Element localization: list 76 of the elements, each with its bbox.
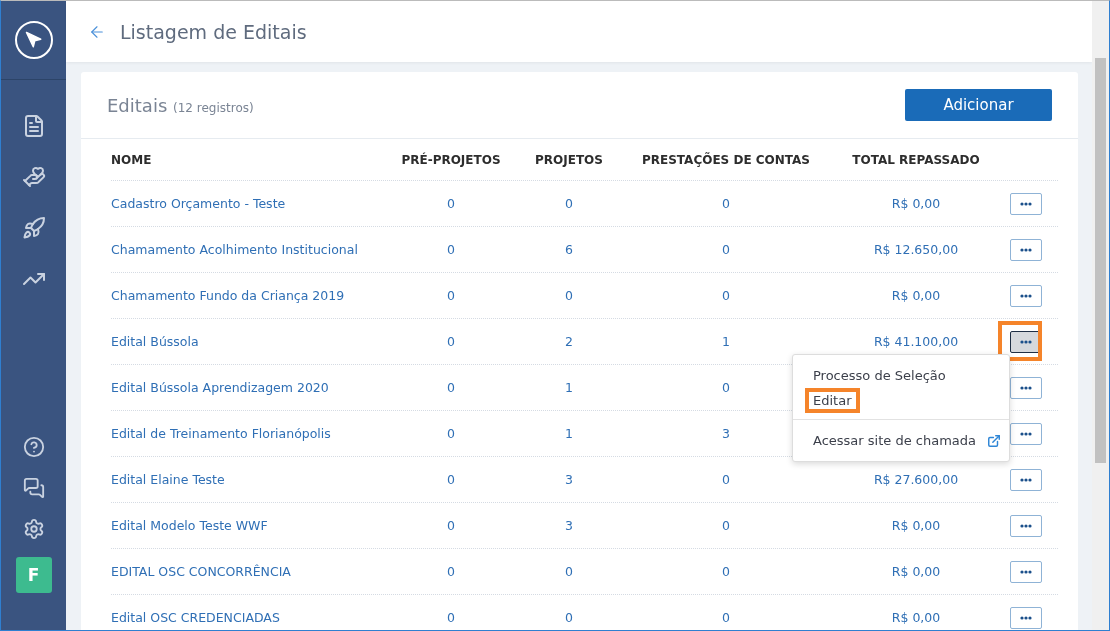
external-link-icon	[987, 433, 1001, 448]
table-cell-text: R$ 27.600,00	[872, 472, 960, 487]
table-cell-text: 2	[564, 334, 574, 349]
table-cell-text: 0	[446, 380, 456, 395]
column-header: PRESTAÇÕES DE CONTAS	[641, 152, 811, 167]
more-icon	[1020, 477, 1032, 482]
table-cell-text: 0	[721, 242, 731, 257]
column-header: NOME	[111, 152, 153, 167]
menu-item[interactable]: Acessar site de chamada	[805, 428, 984, 453]
table-cell-text: 0	[564, 610, 574, 625]
edital-link[interactable]: Edital de Treinamento Florianópolis	[111, 426, 390, 441]
table-cell-text: 0	[721, 564, 731, 579]
table-cell-text: R$ 0,00	[890, 610, 942, 625]
more-icon	[1020, 523, 1032, 528]
help-icon[interactable]	[22, 435, 45, 458]
edital-link[interactable]: Chamamento Fundo da Criança 2019	[111, 288, 390, 303]
add-button[interactable]: Adicionar	[905, 89, 1052, 121]
chat-icon[interactable]	[22, 476, 45, 499]
table-cell-text: 0	[721, 518, 731, 533]
edital-link[interactable]: Edital Modelo Teste WWF	[111, 518, 390, 533]
table-cell-text: 0	[446, 564, 456, 579]
table-cell-text: 0	[721, 288, 731, 303]
table-cell-text: 0	[564, 288, 574, 303]
table-cell-text: 0	[446, 242, 456, 257]
more-icon	[1020, 431, 1032, 436]
settings-icon[interactable]	[22, 517, 45, 540]
table-cell-text: 0	[721, 380, 731, 395]
more-icon	[1020, 569, 1032, 574]
table-cell-text: 0	[721, 196, 731, 211]
table-cell-text: 1	[564, 380, 574, 395]
table-cell-text: 0	[446, 610, 456, 625]
table-cell-text: 3	[564, 518, 574, 533]
table-cell-text: 0	[721, 472, 731, 487]
menu-item[interactable]: Processo de Seleção	[805, 363, 954, 388]
table-cell-text: R$ 12.650,00	[872, 242, 960, 257]
column-header: PRÉ-PROJETOS	[400, 152, 502, 167]
table-cell-text: 0	[446, 288, 456, 303]
table-cell-text: 1	[564, 426, 574, 441]
table-cell-text: 0	[446, 472, 456, 487]
more-icon	[1020, 385, 1032, 390]
scrollbar-thumb[interactable]	[1095, 58, 1106, 463]
more-icon	[1020, 339, 1032, 344]
edital-link[interactable]: Edital Elaine Teste	[111, 472, 390, 487]
table-cell-text: R$ 0,00	[890, 196, 942, 211]
page-title: Listagem de Editais	[120, 20, 307, 43]
logo-icon[interactable]	[14, 21, 53, 59]
more-icon	[1020, 201, 1032, 206]
table-cell-text: 1	[721, 334, 731, 349]
edital-link[interactable]: Edital OSC CREDENCIADAS	[111, 610, 390, 625]
table-cell-text: R$ 0,00	[890, 288, 942, 303]
edital-link[interactable]: Chamamento Acolhimento Institucional	[111, 242, 390, 257]
table-cell-text: R$ 0,00	[890, 564, 942, 579]
table-cell-text: 0	[564, 564, 574, 579]
menu-item[interactable]: Editar	[805, 388, 860, 413]
more-icon	[1020, 615, 1032, 620]
hand-heart-icon[interactable]	[21, 164, 46, 189]
edital-link[interactable]: Edital Bússola Aprendizagem 2020	[111, 380, 390, 395]
table-cell-text: R$ 41.100,00	[872, 334, 960, 349]
more-icon	[1020, 247, 1032, 252]
edital-link[interactable]: Cadastro Orçamento - Teste	[111, 196, 390, 211]
table-cell-text: 0	[446, 426, 456, 441]
rocket-icon[interactable]	[21, 215, 46, 240]
column-header: TOTAL REPASSADO	[851, 152, 981, 167]
column-header: PROJETOS	[534, 152, 604, 167]
table-cell-text: 3	[564, 472, 574, 487]
edital-link[interactable]: EDITAL OSC CONCORRÊNCIA	[111, 564, 390, 579]
table-cell-text: 0	[446, 518, 456, 533]
table-cell-text: 0	[564, 196, 574, 211]
table-cell-text: 6	[564, 242, 574, 257]
more-icon	[1020, 293, 1032, 298]
table-cell-text: R$ 0,00	[890, 518, 942, 533]
table-cell-text: 0	[721, 610, 731, 625]
edital-link[interactable]: Edital Bússola	[111, 334, 390, 349]
table-cell-text: 0	[446, 196, 456, 211]
table-cell-text: 0	[446, 334, 456, 349]
card-title: Editais (12 registros)	[107, 94, 254, 116]
